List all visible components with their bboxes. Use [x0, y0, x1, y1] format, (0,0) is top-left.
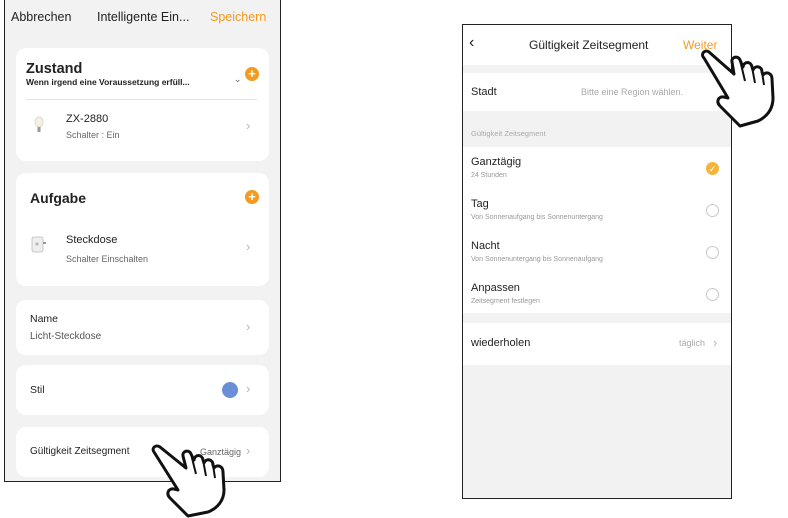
time-segment-options: Ganztägig 24 Stunden ✓ Tag Von Sonnenauf… — [463, 147, 731, 313]
bulb-icon — [34, 116, 44, 132]
task-card: Aufgabe + Steckdose Schalter Einschalten… — [16, 173, 269, 286]
city-row[interactable]: Stadt Bitte eine Region wählen. — [463, 73, 731, 111]
option-night[interactable]: Nacht Von Sonnenuntergang bis Sonnenaufg… — [463, 231, 731, 271]
condition-title: Zustand — [26, 61, 83, 77]
option-subtitle: Von Sonnenaufgang bis Sonnenuntergang — [471, 214, 603, 221]
cancel-button[interactable]: Abbrechen — [11, 10, 71, 24]
chevron-right-icon: › — [246, 381, 251, 396]
task-title: Aufgabe — [30, 190, 86, 206]
repeat-label: wiederholen — [471, 337, 531, 349]
option-title: Tag — [471, 198, 489, 210]
repeat-value: täglich — [679, 338, 706, 348]
chevron-right-icon: › — [246, 118, 251, 133]
option-day[interactable]: Tag Von Sonnenaufgang bis Sonnenuntergan… — [463, 189, 731, 229]
validity-label: Gültigkeit Zeitsegment — [30, 446, 130, 457]
top-bar: Abbrechen Intelligente Ein... Speichern — [5, 0, 280, 36]
name-row[interactable]: Name Licht-Steckdose › — [16, 300, 269, 355]
task-device-name: Steckdose — [66, 234, 118, 246]
radio-icon[interactable] — [706, 288, 719, 301]
task-device-row[interactable]: Steckdose Schalter Einschalten › — [16, 225, 269, 275]
radio-icon[interactable] — [706, 246, 719, 259]
divider — [26, 99, 257, 100]
socket-plug-icon — [31, 236, 46, 253]
page-title: Intelligente Ein... — [97, 10, 190, 24]
option-subtitle: 24 Stunden — [471, 172, 507, 179]
condition-device-row[interactable]: ZX-2880 Schalter : Ein › — [16, 104, 269, 154]
city-label: Stadt — [471, 86, 497, 98]
add-task-button[interactable]: + — [245, 190, 259, 204]
style-row[interactable]: Stil › — [16, 365, 269, 415]
smart-scene-screen: Abbrechen Intelligente Ein... Speichern … — [4, 0, 281, 482]
back-button[interactable]: ‹ — [469, 34, 474, 52]
top-bar: ‹ Gültigkeit Zeitsegment Weiter — [463, 25, 731, 65]
chevron-down-icon: ⌄ — [234, 74, 242, 84]
chevron-right-icon: › — [246, 239, 251, 254]
name-value: Licht-Steckdose — [30, 331, 102, 342]
chevron-right-icon: › — [713, 335, 718, 350]
option-subtitle: Von Sonnenuntergang bis Sonnenaufgang — [471, 256, 603, 263]
option-custom[interactable]: Anpassen Zeitsegment festlegen — [463, 273, 731, 313]
style-label: Stil — [30, 384, 45, 396]
repeat-row[interactable]: wiederholen täglich › — [463, 323, 731, 365]
section-header: Gültigkeit Zeitsegment — [471, 129, 546, 138]
pointing-hand-icon — [151, 444, 226, 518]
option-all-day[interactable]: Ganztägig 24 Stunden ✓ — [463, 147, 731, 187]
option-title: Ganztägig — [471, 156, 522, 168]
pointing-hand-icon — [701, 49, 775, 128]
condition-mode-select[interactable]: Wenn irgend eine Voraussetzung erfüll... — [26, 77, 190, 87]
name-label: Name — [30, 313, 59, 325]
page-title: Gültigkeit Zeitsegment — [529, 38, 649, 52]
radio-checked-icon[interactable]: ✓ — [706, 162, 719, 175]
task-device-action: Schalter Einschalten — [66, 254, 149, 264]
style-color-swatch — [222, 382, 238, 398]
radio-icon[interactable] — [706, 204, 719, 217]
chevron-right-icon: › — [246, 319, 251, 334]
device-name: ZX-2880 — [66, 113, 109, 125]
option-title: Anpassen — [471, 282, 520, 294]
device-state: Schalter : Ein — [66, 130, 120, 140]
option-title: Nacht — [471, 240, 500, 252]
validity-time-segment-screen: ‹ Gültigkeit Zeitsegment Weiter Stadt Bi… — [462, 24, 732, 499]
add-condition-button[interactable]: + — [245, 67, 259, 81]
city-placeholder: Bitte eine Region wählen. — [581, 87, 684, 97]
save-button[interactable]: Speichern — [210, 10, 266, 24]
condition-card: Zustand Wenn irgend eine Voraussetzung e… — [16, 48, 269, 161]
option-subtitle: Zeitsegment festlegen — [471, 298, 540, 305]
